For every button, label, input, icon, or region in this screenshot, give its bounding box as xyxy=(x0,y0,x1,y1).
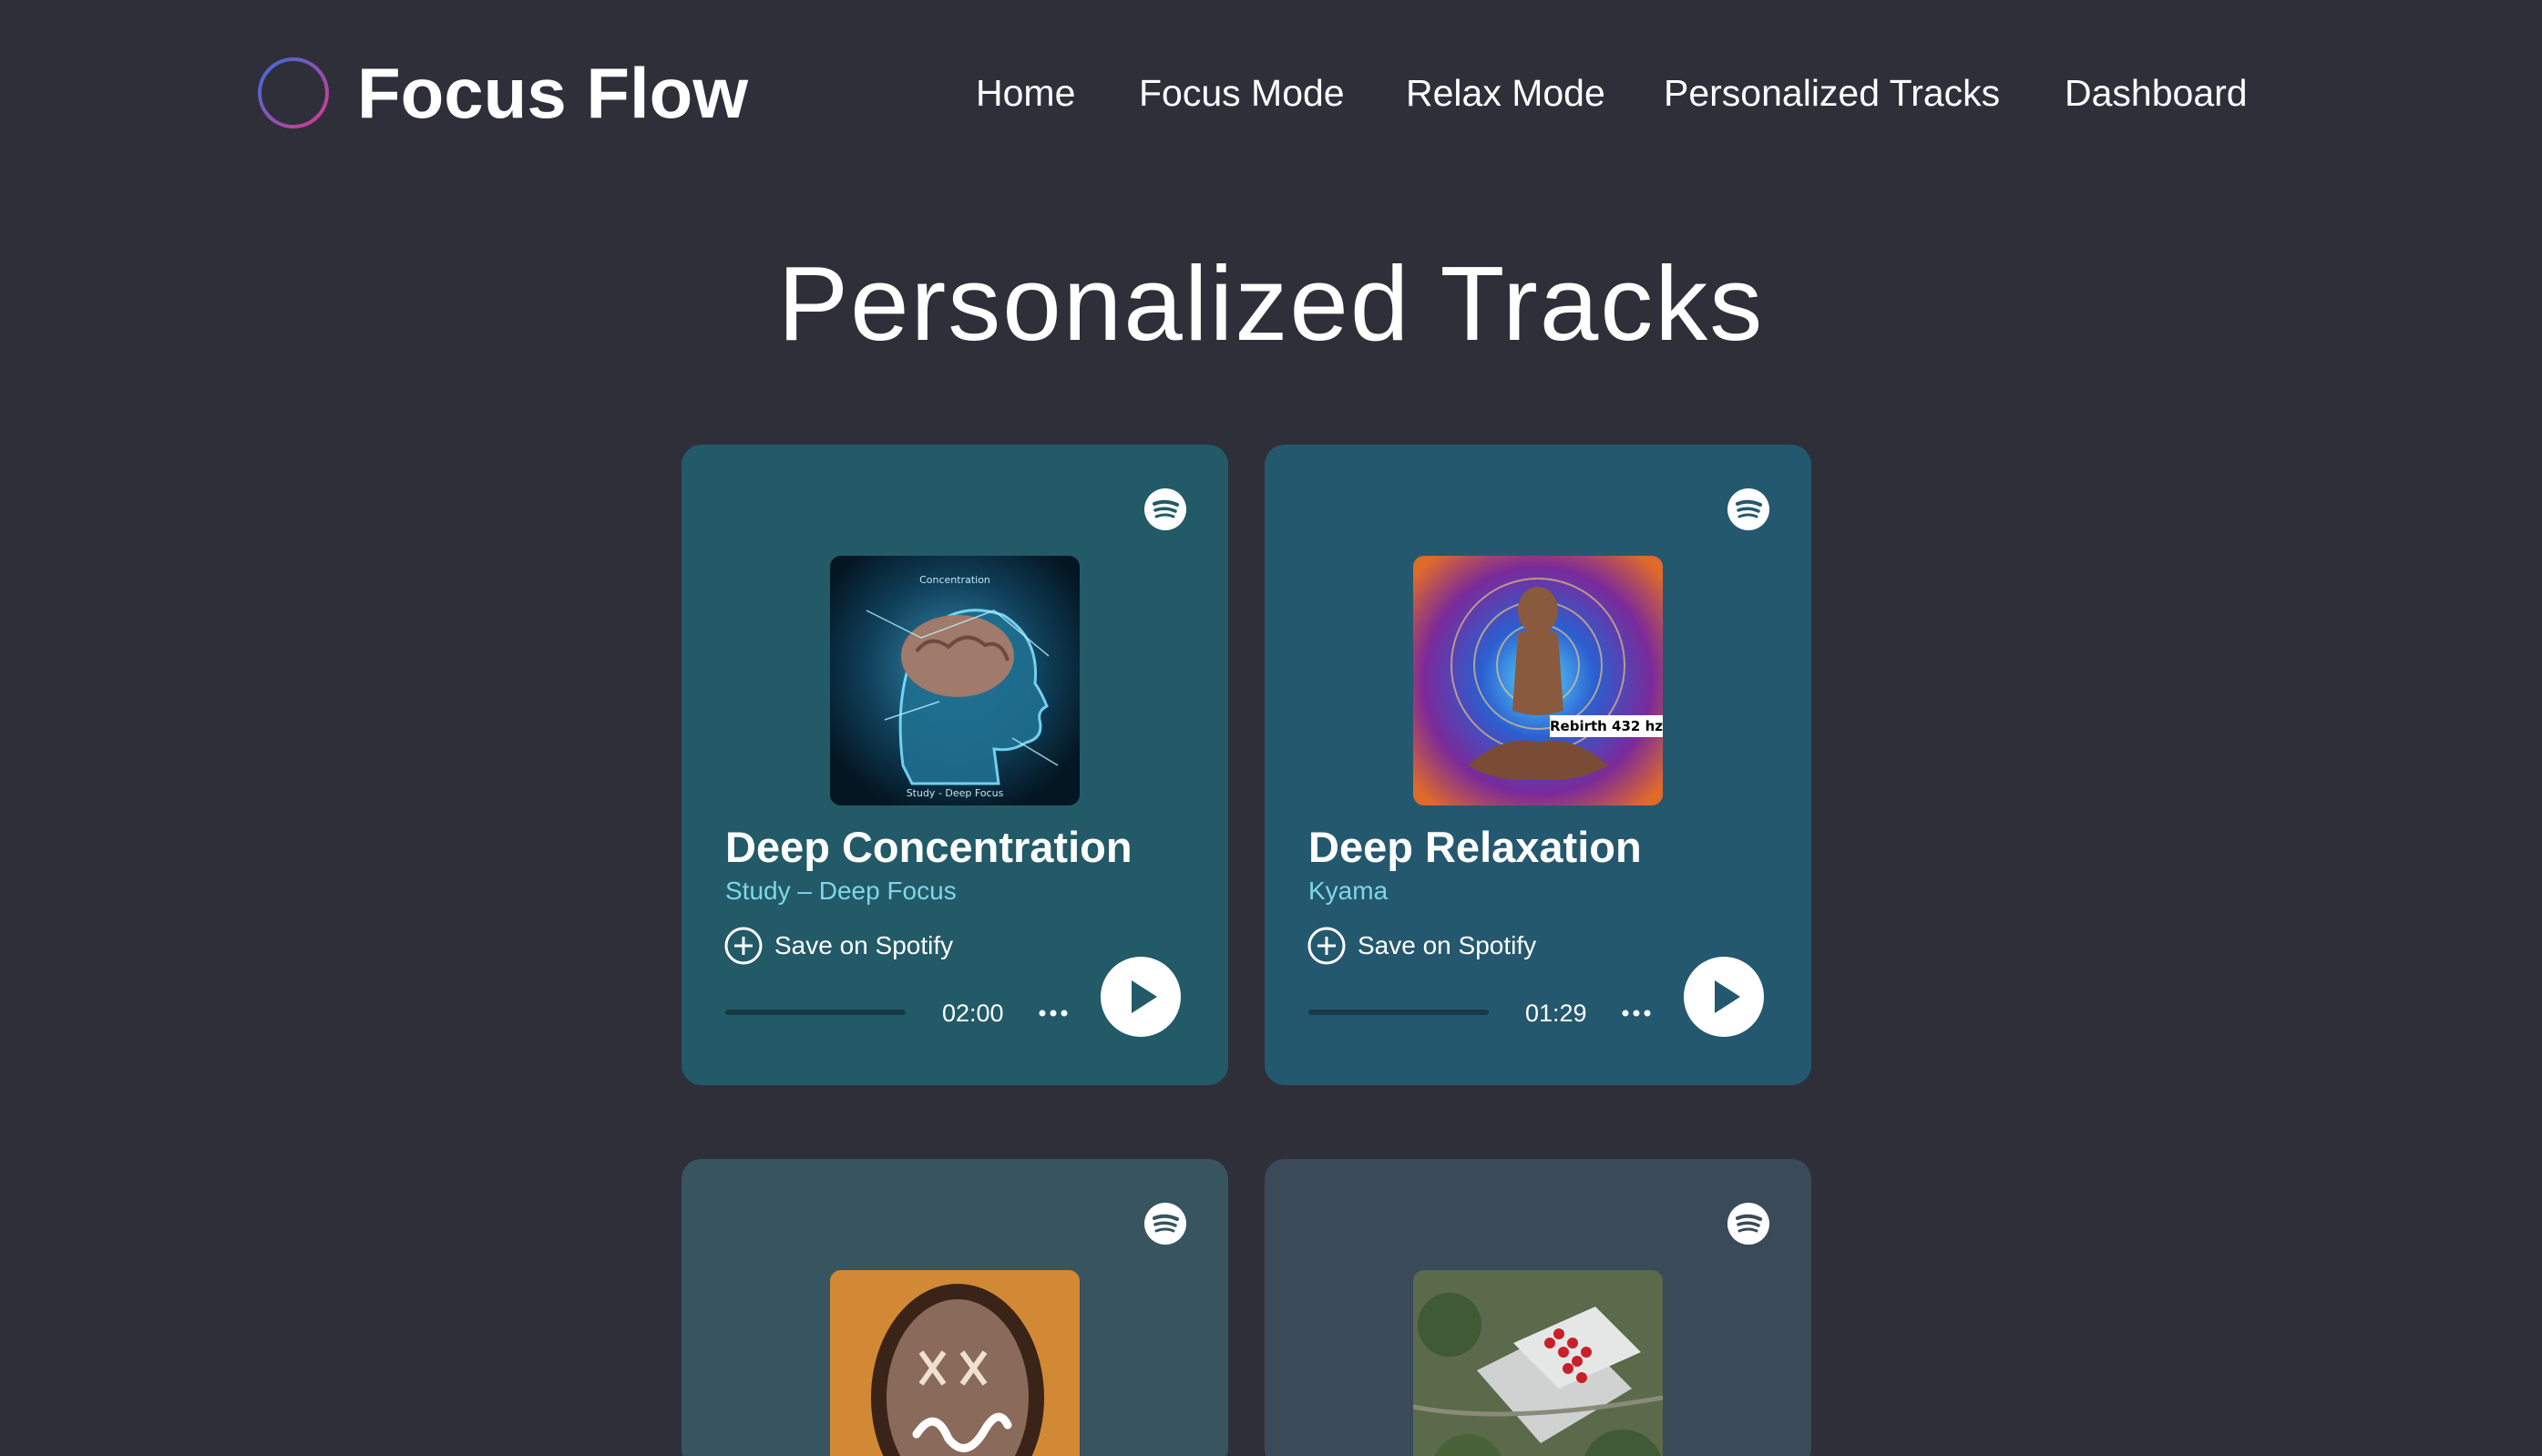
track-duration: 02:00 xyxy=(942,1000,1004,1027)
album-art-caption: Study - Deep Focus xyxy=(907,787,1004,799)
main-nav: Home Focus Mode Relax Mode Personalized … xyxy=(0,66,2542,120)
track-duration: 01:29 xyxy=(1525,1000,1587,1027)
more-dots-icon[interactable] xyxy=(1618,997,1655,1030)
album-art-image xyxy=(1413,1270,1663,1456)
progress-bar[interactable] xyxy=(725,1010,906,1015)
page: Focus Flow Home Focus Mode Relax Mode Pe… xyxy=(0,0,2542,1456)
spotify-icon[interactable] xyxy=(1144,488,1186,530)
nav-relax-mode[interactable]: Relax Mode xyxy=(1406,66,1605,120)
play-button[interactable] xyxy=(1684,957,1764,1037)
play-icon xyxy=(1132,980,1157,1013)
track-title: Deep Relaxation xyxy=(1308,823,1642,871)
album-art-image: Concentration Study - Deep Focus xyxy=(830,556,1080,805)
spotify-icon[interactable] xyxy=(1144,1203,1186,1245)
spotify-icon[interactable] xyxy=(1727,1203,1769,1245)
nav-focus-mode[interactable]: Focus Mode xyxy=(1139,66,1345,120)
track-card: Concentration Study - Deep Focus Deep Co… xyxy=(682,445,1228,1085)
album-art-image: Rebirth 432 hz xyxy=(1413,556,1663,805)
track-artist[interactable]: Kyama xyxy=(1308,873,1388,909)
nav-home[interactable]: Home xyxy=(976,66,1075,120)
more-dots-icon[interactable] xyxy=(1035,997,1071,1030)
track-card xyxy=(1265,1159,1811,1456)
track-card xyxy=(682,1159,1228,1456)
plus-circle-icon xyxy=(1307,927,1346,965)
track-artist[interactable]: Study – Deep Focus xyxy=(725,873,957,909)
spotify-icon[interactable] xyxy=(1727,488,1769,530)
nav-personalized-tracks[interactable]: Personalized Tracks xyxy=(1664,66,2000,120)
album-art-image xyxy=(830,1270,1080,1456)
track-title: Deep Concentration xyxy=(725,823,1133,871)
play-icon xyxy=(1715,980,1740,1013)
progress-bar[interactable] xyxy=(1308,1010,1489,1015)
save-on-spotify-button[interactable]: Save on Spotify xyxy=(723,924,953,968)
album-art-caption: Rebirth 432 hz xyxy=(1550,718,1663,734)
track-card: Rebirth 432 hz Deep Relaxation Kyama Sav… xyxy=(1265,445,1811,1085)
save-on-spotify-button[interactable]: Save on Spotify xyxy=(1307,924,1536,968)
site-header: Focus Flow Home Focus Mode Relax Mode Pe… xyxy=(0,0,2542,191)
save-label: Save on Spotify xyxy=(1358,931,1537,959)
play-button[interactable] xyxy=(1101,957,1181,1037)
nav-dashboard[interactable]: Dashboard xyxy=(2065,66,2248,120)
page-title: Personalized Tracks xyxy=(777,244,1765,363)
plus-circle-icon xyxy=(724,927,763,965)
save-label: Save on Spotify xyxy=(774,931,954,959)
album-art-caption: Concentration xyxy=(919,574,990,586)
